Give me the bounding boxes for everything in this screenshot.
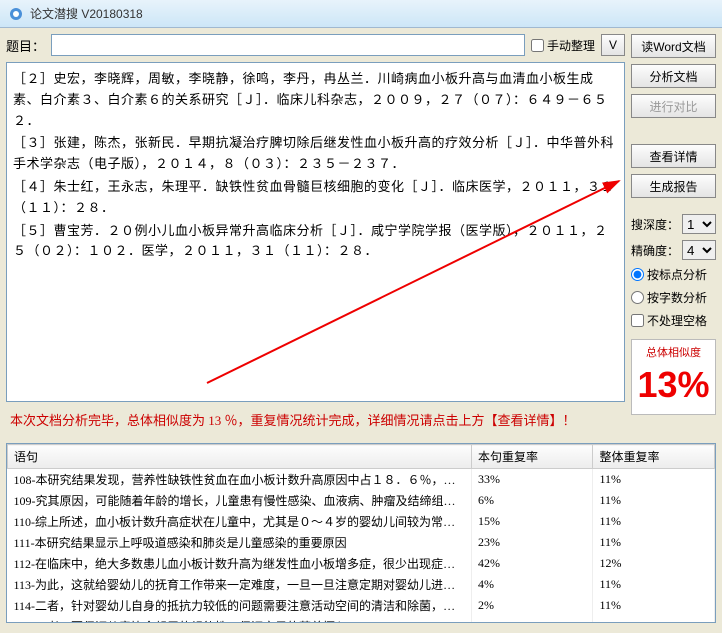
table-row[interactable]: 109-究其原因，可能随着年龄的增长，儿童患有慢性感染、血液病、肿瘤及结缔组织疾… bbox=[8, 490, 715, 511]
title-label: 题目： bbox=[6, 36, 45, 55]
summary-line: 本次文档分析完毕，总体相似度为 13 ％，重复情况统计完成，详细情况请点击上方【… bbox=[6, 402, 625, 437]
reference-text-area[interactable]: ［２］史宏，李晓辉，周敏，李晓静，徐鸣，李丹，冉丛兰．川崎病血小板升高与血清血小… bbox=[6, 62, 625, 402]
read-word-button[interactable]: 读Word文档 bbox=[631, 34, 716, 58]
radio-chars[interactable]: 按字数分析 bbox=[631, 289, 716, 306]
table-row[interactable]: 112-在临床中，绝大多数患儿血小板计数升高为继发性血小板增多症，很少出现症状，… bbox=[8, 553, 715, 574]
radio-punct[interactable]: 按标点分析 bbox=[631, 266, 716, 283]
view-detail-button[interactable]: 查看详情 bbox=[631, 144, 716, 168]
similarity-box: 总体相似度 13% bbox=[631, 339, 716, 415]
accuracy-label: 精确度： bbox=[631, 242, 679, 259]
reference-line: ［２］史宏，李晓辉，周敏，李晓静，徐鸣，李丹，冉丛兰．川崎病血小板升高与血清血小… bbox=[13, 69, 618, 131]
manual-sort-label: 手动整理 bbox=[547, 37, 595, 54]
window-title: 论文潜搜 V20180318 bbox=[30, 5, 143, 22]
compare-button: 进行对比 bbox=[631, 94, 716, 118]
accuracy-select[interactable]: 4 bbox=[682, 240, 716, 260]
nospace-checkbox[interactable]: 不处理空格 bbox=[631, 312, 716, 329]
reference-line: ［３］张建，陈杰，张新民．早期抗凝治疗脾切除后继发性血小板升高的疗效分析［Ｊ］．… bbox=[13, 133, 618, 175]
title-input[interactable] bbox=[51, 34, 525, 56]
col-sentence[interactable]: 语句 bbox=[8, 445, 472, 469]
analyze-button[interactable]: 分析文档 bbox=[631, 64, 716, 88]
radio-punct-input[interactable] bbox=[631, 268, 644, 281]
col-sentence-rate[interactable]: 本句重复率 bbox=[471, 445, 593, 469]
v-button[interactable]: V bbox=[601, 34, 625, 56]
depth-select[interactable]: 1 bbox=[682, 214, 716, 234]
app-icon bbox=[8, 6, 24, 22]
manual-sort-input[interactable] bbox=[531, 39, 544, 52]
similarity-value: 13% bbox=[636, 360, 711, 410]
result-table-wrap: 语句 本句重复率 整体重复率 108-本研究结果发现，营养性缺铁性贫血在血小板计… bbox=[6, 443, 716, 623]
radio-chars-input[interactable] bbox=[631, 291, 644, 304]
titlebar: 论文潜搜 V20180318 bbox=[0, 0, 722, 28]
nospace-input[interactable] bbox=[631, 314, 644, 327]
generate-report-button[interactable]: 生成报告 bbox=[631, 174, 716, 198]
result-table: 语句 本句重复率 整体重复率 108-本研究结果发现，营养性缺铁性贫血在血小板计… bbox=[7, 444, 715, 623]
table-row[interactable]: 114-二者，针对婴幼儿自身的抵抗力较低的问题需要注意活动空间的清洁和除菌，防止… bbox=[8, 595, 715, 616]
table-row[interactable]: 111-本研究结果显示上呼吸道感染和肺炎是儿童感染的重要原因23%11% bbox=[8, 532, 715, 553]
depth-label: 搜深度： bbox=[631, 216, 679, 233]
col-total-rate[interactable]: 整体重复率 bbox=[593, 445, 715, 469]
similarity-label: 总体相似度 bbox=[636, 344, 711, 360]
nospace-label: 不处理空格 bbox=[647, 312, 707, 329]
radio-punct-label: 按标点分析 bbox=[647, 266, 707, 283]
reference-line: ［４］朱士红，王永志，朱理平．缺铁性贫血骨髓巨核细胞的变化［Ｊ］．临床医学，２０… bbox=[13, 177, 618, 219]
manual-sort-checkbox[interactable]: 手动整理 bbox=[531, 37, 595, 54]
table-row[interactable]: 108-本研究结果发现，营养性缺铁性贫血在血小板计数升高原因中占１８．６％，另外… bbox=[8, 469, 715, 491]
radio-chars-label: 按字数分析 bbox=[647, 289, 707, 306]
reference-line: ［５］曹宝芳．２０例小儿血小板异常升高临床分析［Ｊ］．咸宁学院学报（医学版），２… bbox=[13, 221, 618, 263]
table-row[interactable]: 115-三者，要保证儿童饮食起居的规律性，保证充足的营养摄入。7%11% bbox=[8, 616, 715, 623]
table-row[interactable]: 113-为此，这就给婴幼儿的抚育工作带来一定难度，一旦一旦注意定期对婴幼儿进行常… bbox=[8, 574, 715, 595]
table-row[interactable]: 110-综上所述，血小板计数升高症状在儿童中，尤其是０～４岁的婴幼儿间较为常见，… bbox=[8, 511, 715, 532]
